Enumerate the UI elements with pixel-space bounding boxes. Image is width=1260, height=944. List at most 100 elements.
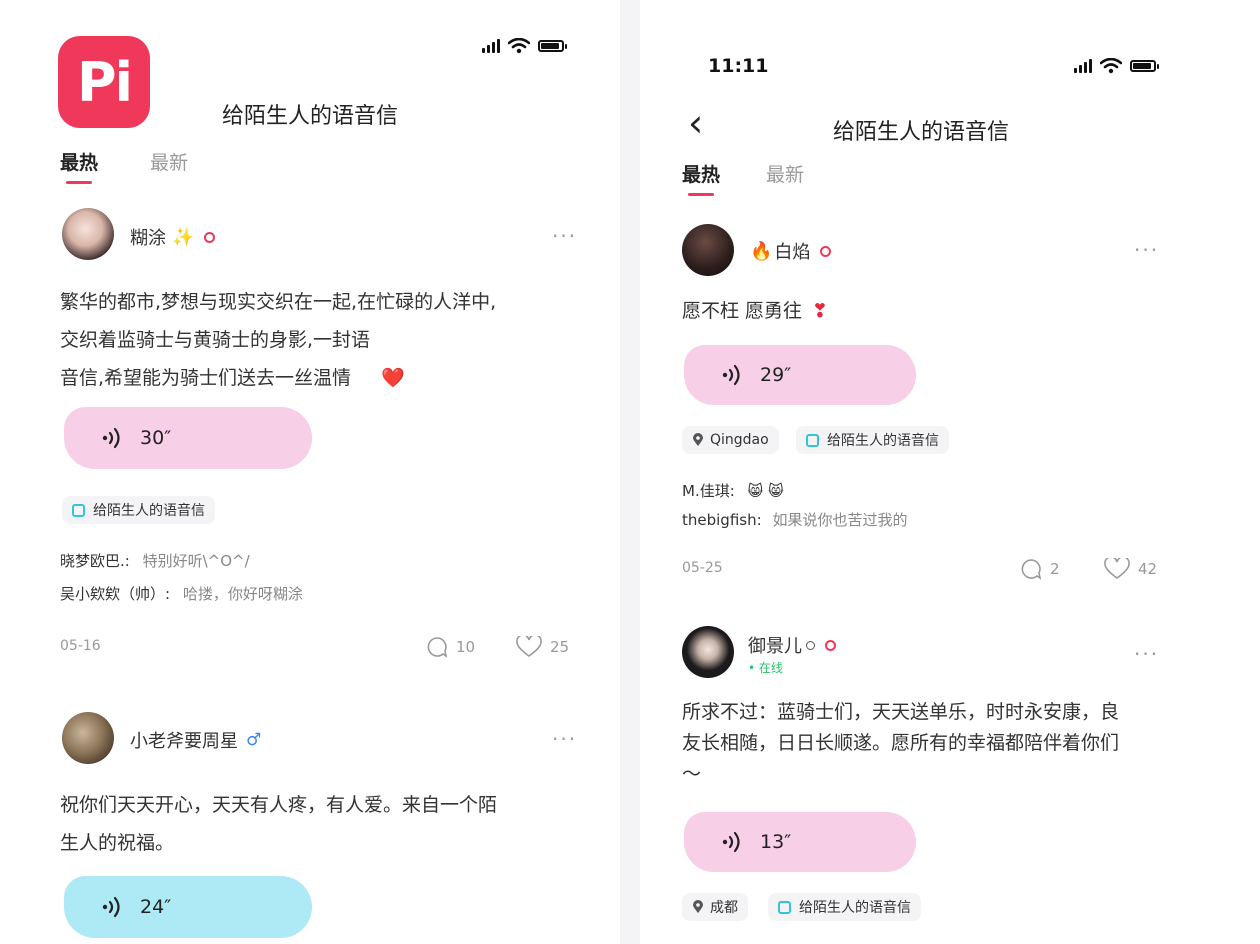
like-count: 42 xyxy=(1138,560,1158,578)
voice-message-button[interactable]: 30″ xyxy=(64,407,312,469)
location-tag[interactable]: Qingdao xyxy=(682,426,779,454)
comment-button[interactable]: 10 xyxy=(426,636,475,658)
post-text-line: 音信,希望能为骑士们送去一丝温情 xyxy=(60,367,352,389)
location-pin-icon xyxy=(693,433,703,446)
topic-icon xyxy=(778,900,791,914)
left-phone-screen: Pi 给陌生人的语音信 最热 最新 糊涂 ✨ ··· 繁华的都市,梦想与现实交织… xyxy=(0,0,620,944)
post-text: 愿不枉 愿勇往 ❣ xyxy=(682,292,828,330)
tab-hot-label: 最热 xyxy=(682,164,721,186)
post-text-line: 祝你们天天开心，天天有人疼，有人爱。来自一个陌 xyxy=(60,794,498,816)
topic-label: 给陌生人的语音信 xyxy=(827,433,939,449)
post-text-line: 友长相随，日日长顺遂。愿所有的幸福都陪伴着你们 xyxy=(682,732,1120,754)
voice-message-button[interactable]: 29″ xyxy=(684,345,916,405)
avatar[interactable] xyxy=(682,626,734,678)
online-status: • 在线 xyxy=(748,661,783,675)
sound-wave-icon xyxy=(722,831,740,853)
post-username[interactable]: 🔥 白焰 xyxy=(750,238,832,264)
post-text: 祝你们天天开心，天天有人疼，有人爱。来自一个陌 生人的祝福。 xyxy=(60,786,600,862)
post-text: 所求不过：蓝骑士们，天天送单乐，时时永安康，良 友长相随，日日长顺遂。愿所有的幸… xyxy=(682,697,1222,790)
post-date: 05-25 xyxy=(682,560,723,576)
tab-new[interactable]: 最新 xyxy=(766,160,804,187)
back-button[interactable]: ‹ xyxy=(688,104,703,142)
post-text-line: 生人的祝福。 xyxy=(60,832,175,854)
topic-icon xyxy=(806,433,819,447)
battery-icon xyxy=(1130,60,1159,72)
comment-count: 10 xyxy=(456,638,476,656)
post-text: 繁华的都市,梦想与现实交织在一起,在忙碌的人洋中, 交织着监骑士与黄骑士的身影,… xyxy=(60,283,600,397)
badge-icon xyxy=(204,231,216,243)
username-text: 御景儿 xyxy=(748,636,802,657)
comment-user: thebigfish: xyxy=(682,511,762,529)
tab-hot[interactable]: 最热 xyxy=(60,148,98,184)
username-text: 糊涂 xyxy=(130,228,166,249)
voice-duration: 24″ xyxy=(140,896,172,918)
topic-label: 给陌生人的语音信 xyxy=(799,900,911,916)
signal-icon xyxy=(1074,59,1092,73)
topic-icon xyxy=(72,503,85,517)
topic-label: 给陌生人的语音信 xyxy=(93,503,205,519)
tab-active-indicator xyxy=(688,193,714,196)
status-time: 11:11 xyxy=(708,55,769,77)
post-text-line: 所求不过：蓝骑士们，天天送单乐，时时永安康，良 xyxy=(682,701,1120,723)
post-username[interactable]: 糊涂 ✨ xyxy=(130,224,216,250)
right-phone-screen: 11:11 ‹ 给陌生人的语音信 最热 最新 🔥 白焰 ··· 愿不枉 愿勇往 ❣… xyxy=(640,0,1260,944)
signal-icon xyxy=(482,39,500,53)
more-options-button[interactable]: ··· xyxy=(552,224,577,248)
post-text-line: 交织着监骑士与黄骑士的身影,一封语 xyxy=(60,329,371,351)
tab-new[interactable]: 最新 xyxy=(150,148,188,175)
comment-button[interactable]: 2 xyxy=(1020,558,1060,580)
location-pin-icon xyxy=(693,900,703,913)
topic-tag[interactable]: 给陌生人的语音信 xyxy=(796,426,949,454)
username-text: 白焰 xyxy=(774,242,811,263)
battery-icon xyxy=(538,40,567,52)
location-label: 成都 xyxy=(710,900,738,916)
badge-icon xyxy=(825,639,836,651)
post-username[interactable]: 御景儿 xyxy=(748,632,836,658)
fire-icon: 🔥 xyxy=(750,240,773,262)
tab-hot[interactable]: 最热 xyxy=(682,160,720,196)
voice-duration: 30″ xyxy=(140,427,172,449)
pi-app-logo: Pi xyxy=(58,36,150,128)
comment-count: 2 xyxy=(1050,560,1060,578)
more-options-button[interactable]: ··· xyxy=(552,727,577,751)
page-title: 给陌生人的语音信 xyxy=(222,104,399,129)
sound-wave-icon xyxy=(722,364,740,386)
like-button[interactable]: 25 xyxy=(516,636,569,658)
badge-icon xyxy=(820,245,832,257)
sparkle-icon: ✨ xyxy=(172,226,195,248)
heart-icon xyxy=(516,636,542,657)
post-date: 05-16 xyxy=(60,638,101,654)
male-icon: ♂ xyxy=(246,730,262,750)
comment-item: 晓梦欧巴.: 特别好听\^O^/ xyxy=(60,550,250,571)
avatar[interactable] xyxy=(62,712,114,764)
post-username[interactable]: 小老斧要周星 ♂ xyxy=(130,727,261,753)
like-button[interactable]: 42 xyxy=(1104,558,1157,580)
voice-message-button[interactable]: 24″ xyxy=(64,876,312,938)
more-options-button[interactable]: ··· xyxy=(1134,238,1159,262)
more-options-button[interactable]: ··· xyxy=(1134,642,1159,666)
status-bar-icons xyxy=(482,38,567,54)
page-title: 给陌生人的语音信 xyxy=(833,120,1010,145)
like-count: 25 xyxy=(550,638,570,656)
comment-icon xyxy=(1021,559,1042,580)
avatar[interactable] xyxy=(62,208,114,260)
voice-message-button[interactable]: 13″ xyxy=(684,812,916,872)
location-tag[interactable]: 成都 xyxy=(682,893,748,921)
comment-text: 如果说你也苦过我的 xyxy=(772,511,908,529)
topic-tag[interactable]: 给陌生人的语音信 xyxy=(62,496,215,524)
avatar[interactable] xyxy=(682,224,734,276)
username-text: 小老斧要周星 xyxy=(130,731,238,752)
comment-user: 吴小欸欸（帅）: xyxy=(60,585,171,603)
tab-active-indicator xyxy=(66,181,92,184)
comment-user: M.佳琪: xyxy=(682,482,735,500)
wifi-icon xyxy=(508,38,530,54)
topic-tag[interactable]: 给陌生人的语音信 xyxy=(768,893,921,921)
status-bar-icons xyxy=(1074,58,1159,74)
voice-duration: 13″ xyxy=(760,831,792,853)
heart-icon xyxy=(1104,558,1130,579)
location-label: Qingdao xyxy=(710,432,769,448)
comment-user: 晓梦欧巴.: xyxy=(60,552,130,570)
post-text-line: ～ xyxy=(682,763,702,785)
post-text-line: 繁华的都市,梦想与现实交织在一起,在忙碌的人洋中, xyxy=(60,291,497,313)
voice-duration: 29″ xyxy=(760,364,792,386)
